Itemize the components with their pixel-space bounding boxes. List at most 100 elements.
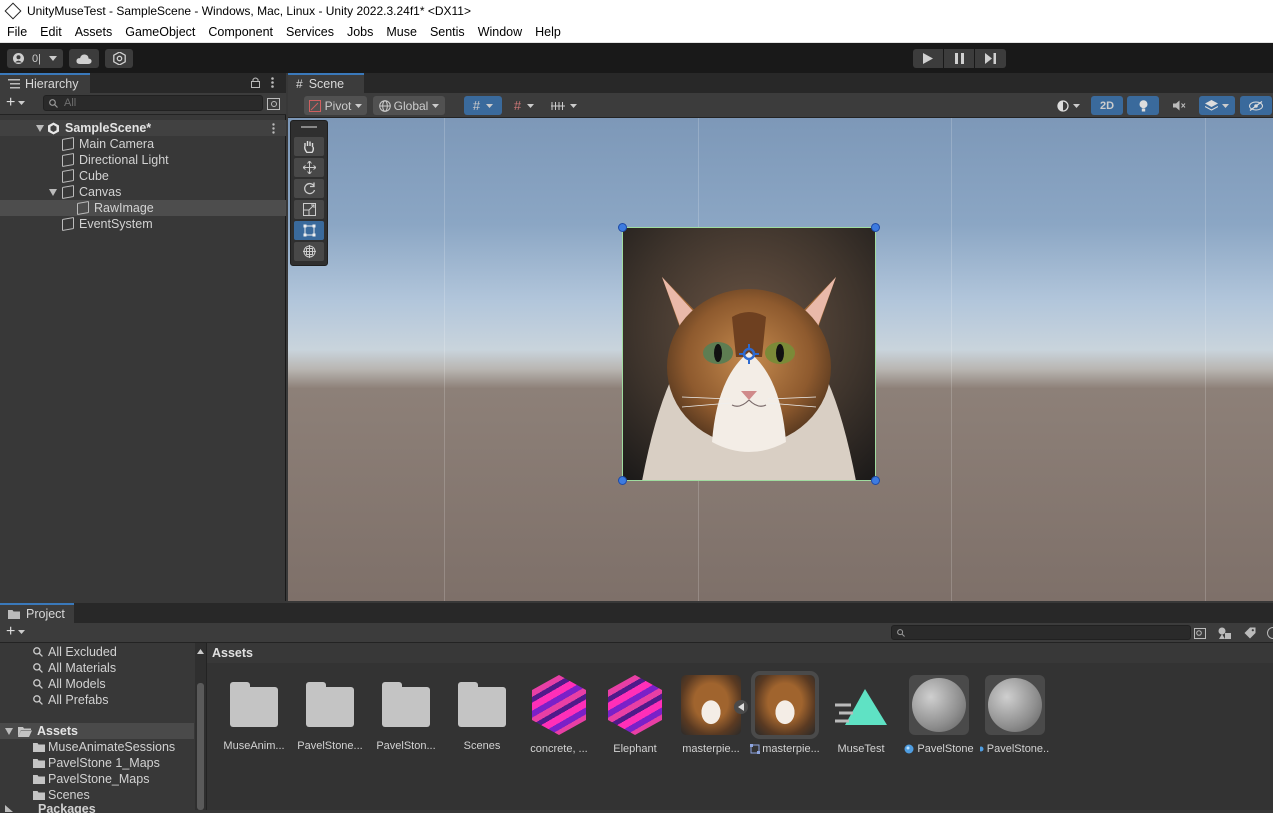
- menu-component[interactable]: Component: [201, 25, 279, 39]
- menu-file[interactable]: File: [0, 25, 33, 39]
- audio-toggle[interactable]: [1163, 96, 1195, 115]
- hierarchy-item-rawimage[interactable]: RawImage: [0, 200, 286, 216]
- hierarchy-item-canvas[interactable]: Canvas: [0, 184, 286, 200]
- pivot-dropdown[interactable]: Pivot: [304, 96, 367, 115]
- tab-hierarchy[interactable]: Hierarchy: [0, 73, 90, 93]
- asset-elephant[interactable]: Elephant: [600, 675, 670, 755]
- pause-button[interactable]: [944, 49, 974, 68]
- scroll-thumb[interactable]: [197, 683, 204, 810]
- hierarchy-item-main-camera[interactable]: Main Camera: [0, 136, 286, 152]
- asset-musetest[interactable]: MuseTest: [826, 675, 896, 755]
- menu-assets[interactable]: Assets: [68, 25, 119, 39]
- pivot-handle-icon[interactable]: [739, 344, 759, 364]
- hierarchy-scene-row[interactable]: SampleScene*: [0, 120, 286, 136]
- collapse-asset-button[interactable]: [734, 700, 748, 714]
- more-icon[interactable]: [271, 77, 274, 88]
- scene-visibility-icon[interactable]: [267, 98, 280, 110]
- increment-snap-toggle[interactable]: [546, 96, 582, 115]
- cloud-button[interactable]: [69, 49, 99, 68]
- asset-concrete[interactable]: concrete, ...: [524, 675, 594, 755]
- chevron-down-icon: [1222, 104, 1229, 108]
- menu-gameobject[interactable]: GameObject: [118, 25, 201, 39]
- asset-folder-pavelstone-1-maps[interactable]: PavelStone...: [295, 675, 365, 752]
- asset-pavelstone-2[interactable]: PavelStone...: [980, 675, 1050, 755]
- asset-pavelstone-material[interactable]: PavelStone: [904, 675, 974, 755]
- sprite-icon: [750, 744, 760, 754]
- favorite-all-excluded[interactable]: All Excluded: [0, 644, 194, 660]
- asset-masterpiece-2[interactable]: masterpie...: [750, 675, 820, 755]
- tree-folder-museanimatesessions[interactable]: MuseAnimateSessions: [0, 739, 194, 755]
- tab-scene[interactable]: # Scene: [288, 73, 364, 93]
- step-button[interactable]: [975, 49, 1006, 68]
- lock-icon[interactable]: [251, 77, 260, 88]
- hidden-objects-toggle[interactable]: [1240, 96, 1272, 115]
- scene-panel: # Scene Pivot Global # #: [288, 73, 1273, 601]
- snap-toggle[interactable]: #: [506, 96, 542, 115]
- create-asset-button[interactable]: +: [6, 625, 25, 639]
- asset-masterpiece-1[interactable]: masterpie...: [676, 675, 746, 755]
- tree-folder-pavelstone-1-maps[interactable]: PavelStone 1_Maps: [0, 755, 194, 771]
- create-button[interactable]: +: [6, 96, 25, 110]
- account-dropdown[interactable]: 0|: [7, 49, 63, 68]
- expand-arrow-icon[interactable]: [5, 805, 13, 812]
- hierarchy-item-cube[interactable]: Cube: [0, 168, 286, 184]
- breadcrumb-assets[interactable]: Assets: [212, 646, 253, 660]
- tree-packages-root[interactable]: Packages: [0, 803, 194, 813]
- menu-edit[interactable]: Edit: [33, 25, 68, 39]
- favorite-all-materials[interactable]: All Materials: [0, 660, 194, 676]
- folder-icon: [306, 687, 354, 727]
- menu-help[interactable]: Help: [528, 25, 567, 39]
- favorite-all-prefabs[interactable]: All Prefabs: [0, 692, 194, 708]
- favorite-all-models[interactable]: All Models: [0, 676, 194, 692]
- tree-assets-root[interactable]: Assets: [0, 723, 194, 739]
- menu-sentis[interactable]: Sentis: [423, 25, 471, 39]
- tree-scrollbar[interactable]: [195, 643, 206, 810]
- grid-toggle[interactable]: #: [464, 96, 502, 115]
- draw-mode-dropdown[interactable]: [1050, 96, 1086, 115]
- asset-folder-pavelstone-maps[interactable]: PavelSton...: [371, 675, 441, 752]
- filter-by-type-icon[interactable]: [1218, 627, 1232, 639]
- asset-folder-museanimatesessions[interactable]: MuseAnim...: [219, 675, 289, 752]
- label-tag-icon[interactable]: [1244, 627, 1256, 639]
- hidden-packages-icon[interactable]: [1266, 627, 1273, 639]
- more-icon[interactable]: [272, 123, 275, 134]
- hierarchy-item-eventsystem[interactable]: EventSystem: [0, 216, 286, 232]
- menu-window[interactable]: Window: [471, 25, 528, 39]
- tree-folder-pavelstone-maps[interactable]: PavelStone_Maps: [0, 771, 194, 787]
- expand-arrow-icon[interactable]: [36, 125, 44, 132]
- play-button[interactable]: [913, 49, 943, 68]
- hierarchy-search[interactable]: All: [43, 95, 263, 111]
- resize-handle[interactable]: [871, 223, 880, 232]
- settings-button[interactable]: [105, 49, 133, 68]
- asset-folder-scenes[interactable]: Scenes: [447, 675, 517, 752]
- drag-handle-icon[interactable]: [301, 126, 317, 128]
- 2d-mode-toggle[interactable]: 2D: [1091, 96, 1123, 115]
- expand-arrow-icon[interactable]: [5, 728, 13, 735]
- move-icon: [303, 161, 316, 174]
- hand-tool-button[interactable]: [294, 137, 324, 156]
- global-dropdown[interactable]: Global: [373, 96, 445, 115]
- menu-jobs[interactable]: Jobs: [340, 25, 379, 39]
- tab-project[interactable]: Project: [0, 603, 74, 623]
- resize-handle[interactable]: [871, 476, 880, 485]
- scale-tool-button[interactable]: [294, 200, 324, 219]
- menu-muse[interactable]: Muse: [379, 25, 423, 39]
- hierarchy-item-directional-light[interactable]: Directional Light: [0, 152, 286, 168]
- scene-viewport[interactable]: [288, 118, 1273, 601]
- search-scope-icon[interactable]: [1194, 628, 1206, 639]
- expand-arrow-icon[interactable]: [49, 189, 57, 196]
- move-tool-button[interactable]: [294, 158, 324, 177]
- resize-handle[interactable]: [618, 476, 627, 485]
- play-icon: [923, 53, 933, 64]
- rotate-tool-button[interactable]: [294, 179, 324, 198]
- effects-dropdown[interactable]: [1199, 96, 1235, 115]
- resize-handle[interactable]: [618, 223, 627, 232]
- raw-image[interactable]: [622, 227, 876, 481]
- scroll-up-icon[interactable]: [197, 649, 204, 654]
- transform-tool-button[interactable]: [294, 242, 324, 261]
- lighting-toggle[interactable]: [1127, 96, 1159, 115]
- tree-folder-scenes[interactable]: Scenes: [0, 787, 194, 803]
- menu-services[interactable]: Services: [279, 25, 340, 39]
- rect-tool-button[interactable]: [294, 221, 324, 240]
- project-search[interactable]: [891, 625, 1191, 640]
